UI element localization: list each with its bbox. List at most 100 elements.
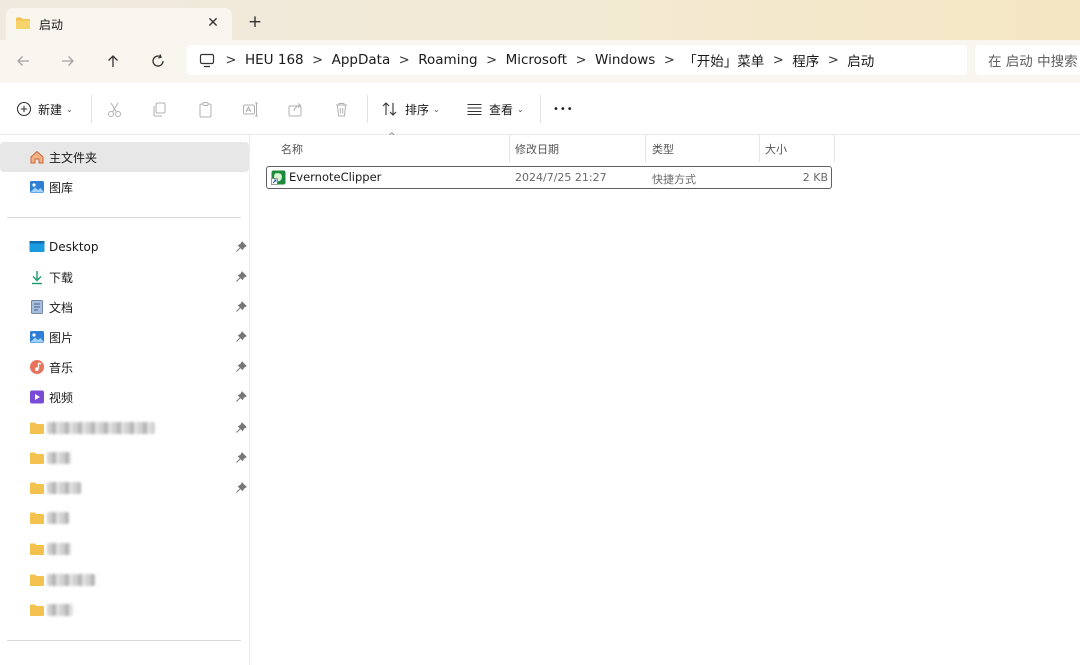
new-button[interactable]: 新建 ⌄ (16, 97, 73, 121)
copy-icon (153, 102, 166, 116)
breadcrumb-separator[interactable]: > (655, 53, 683, 68)
back-button[interactable] (11, 50, 35, 72)
pin-icon (236, 422, 247, 433)
breadcrumb-separator[interactable]: > (567, 53, 595, 68)
sidebar-item-home[interactable]: 主文件夹 (0, 142, 249, 172)
pin-icon (236, 301, 247, 312)
desktop-icon (29, 241, 45, 252)
arrow-left-icon (17, 56, 29, 66)
breadcrumb-separator[interactable]: > (478, 53, 506, 68)
pin-icon (236, 361, 247, 372)
sidebar-item-downloads[interactable]: 下载 (0, 262, 249, 292)
breadcrumb-roaming[interactable]: Roaming (418, 52, 477, 68)
sidebar-item-videos[interactable]: 视频 (0, 382, 249, 412)
toolbar-divider (540, 95, 541, 123)
plus-circle-icon (16, 101, 32, 117)
sidebar-item-redacted-folder[interactable] (0, 503, 249, 533)
delete-button[interactable] (333, 97, 350, 121)
column-divider[interactable] (759, 135, 760, 162)
sidebar-item-label: 下载 (49, 270, 74, 285)
share-button[interactable] (287, 97, 304, 121)
cut-button[interactable] (106, 97, 123, 121)
pin-icon (236, 482, 247, 493)
more-options-button[interactable]: ••• (553, 97, 574, 121)
address-bar[interactable]: > HEU 168 > AppData > Roaming > Microsof… (187, 45, 967, 75)
column-divider[interactable] (509, 135, 510, 162)
breadcrumb-separator[interactable]: > (390, 53, 418, 68)
breadcrumb-heu168[interactable]: HEU 168 (245, 52, 304, 68)
pictures-icon (30, 331, 44, 343)
tab-startup[interactable]: 启动 ✕ (6, 8, 232, 40)
toolbar-divider (367, 95, 368, 123)
sidebar-item-desktop[interactable]: Desktop (0, 232, 249, 262)
download-icon (32, 271, 42, 285)
sidebar-item-pictures[interactable]: 图片 (0, 322, 249, 352)
navigation-pane: 主文件夹 图库 Desktop 下载 文档 图片 音乐 视频 (0, 135, 250, 665)
pin-icon (236, 271, 247, 282)
breadcrumb-separator[interactable]: > (217, 53, 245, 68)
column-header-type[interactable]: 类型 (652, 135, 674, 162)
toolbar-divider (91, 95, 92, 123)
redacted-label (47, 452, 71, 464)
refresh-button[interactable] (146, 50, 170, 72)
breadcrumb-separator[interactable]: > (764, 53, 792, 68)
share-icon (288, 102, 302, 116)
sidebar-item-music[interactable]: 音乐 (0, 352, 249, 382)
breadcrumb-separator[interactable]: > (819, 53, 847, 68)
this-pc-icon (199, 53, 215, 68)
home-icon (30, 150, 44, 164)
breadcrumb-appdata[interactable]: AppData (332, 52, 391, 68)
pin-icon (236, 452, 247, 463)
sidebar-item-label: 主文件夹 (49, 150, 98, 165)
column-divider[interactable] (834, 135, 835, 162)
tab-title: 启动 (39, 17, 64, 32)
refresh-icon (152, 54, 164, 67)
sidebar-item-redacted-folder[interactable] (0, 443, 249, 473)
sidebar-item-redacted-folder[interactable] (0, 595, 249, 625)
sidebar-item-redacted-folder[interactable] (0, 565, 249, 595)
redacted-label (47, 512, 69, 524)
sidebar-item-label: Desktop (49, 240, 99, 254)
rename-icon (243, 102, 258, 116)
folder-icon (30, 482, 44, 494)
up-button[interactable] (101, 50, 125, 72)
sidebar-item-gallery[interactable]: 图库 (0, 172, 249, 202)
rename-button[interactable] (242, 97, 259, 121)
copy-button[interactable] (151, 97, 168, 121)
breadcrumb-microsoft[interactable]: Microsoft (506, 52, 567, 68)
close-icon[interactable]: ✕ (204, 14, 222, 32)
sort-button[interactable]: 排序 ⌄ (381, 97, 440, 121)
breadcrumb-start-menu[interactable]: 「开始」菜单 (683, 50, 764, 70)
view-button[interactable]: 查看 ⌄ (466, 97, 524, 121)
sidebar-item-redacted-folder[interactable] (0, 473, 249, 503)
folder-icon (30, 422, 44, 434)
sort-icon (382, 102, 397, 116)
sidebar-item-documents[interactable]: 文档 (0, 292, 249, 322)
folder-icon (30, 512, 44, 524)
sidebar-item-label: 文档 (49, 300, 74, 315)
breadcrumb-separator[interactable]: > (304, 53, 332, 68)
evernote-shortcut-icon (271, 170, 286, 188)
new-tab-button[interactable]: + (246, 13, 264, 31)
gallery-icon (30, 181, 44, 193)
folder-icon (30, 452, 44, 464)
sidebar-item-redacted-folder[interactable] (0, 534, 249, 564)
column-header-name[interactable]: 名称 (281, 135, 303, 162)
breadcrumb-windows[interactable]: Windows (595, 52, 655, 68)
column-divider[interactable] (645, 135, 646, 162)
pin-icon (236, 241, 247, 252)
pin-icon (236, 331, 247, 342)
file-row[interactable]: EvernoteClipper 2024/7/25 21:27 快捷方式 2 K… (266, 166, 832, 189)
sidebar-item-redacted-folder[interactable] (0, 413, 249, 443)
redacted-label (47, 482, 81, 494)
sidebar-divider (7, 217, 241, 218)
redacted-label (47, 543, 71, 555)
search-input[interactable]: 在 启动 中搜索 (975, 45, 1080, 75)
column-header-size[interactable]: 大小 (765, 135, 787, 162)
column-header-modified[interactable]: 修改日期 (515, 135, 559, 162)
paste-button[interactable] (197, 97, 214, 121)
paste-icon (199, 101, 212, 117)
forward-button[interactable] (56, 50, 80, 72)
breadcrumb-programs[interactable]: 程序 (792, 50, 819, 70)
breadcrumb-startup[interactable]: 启动 (847, 50, 874, 70)
